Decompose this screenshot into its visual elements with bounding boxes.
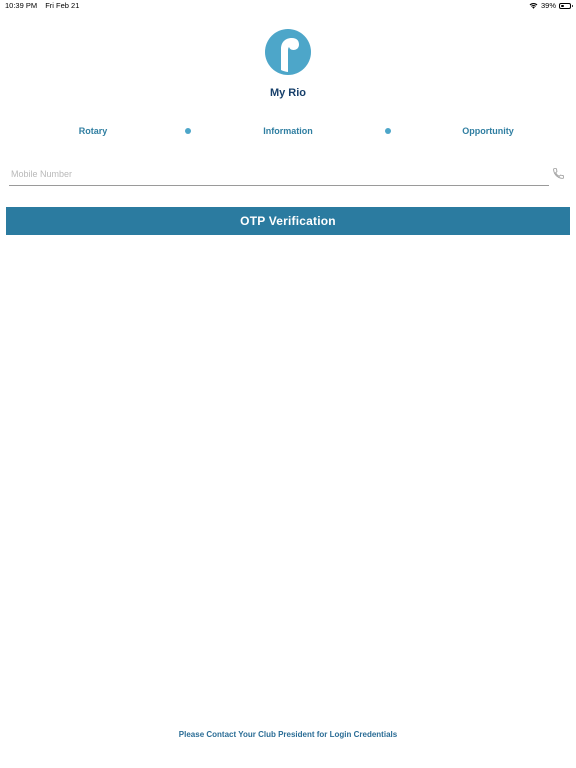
status-right: 39%: [529, 1, 573, 10]
rio-logo-icon: [265, 29, 311, 75]
battery-level-fill: [561, 4, 565, 7]
step-separator-dot: [185, 128, 191, 134]
login-screen: 10:39 PM Fri Feb 21 39% My Rio Rotary In…: [0, 0, 576, 768]
mobile-number-input[interactable]: [9, 164, 549, 184]
battery-icon: [559, 2, 573, 9]
step-opportunity: Opportunity: [462, 126, 514, 136]
step-information: Information: [263, 126, 313, 136]
status-date: Fri Feb 21: [45, 1, 80, 10]
phone-icon[interactable]: [552, 167, 565, 180]
login-credentials-note: Please Contact Your Club President for L…: [178, 730, 398, 739]
status-time: 10:39 PM: [5, 1, 38, 10]
step-separator-dot: [385, 128, 391, 134]
otp-verification-button[interactable]: OTP Verification: [6, 207, 570, 235]
status-left: 10:39 PM Fri Feb 21: [5, 1, 85, 10]
app-title: My Rio: [269, 87, 307, 99]
battery-percent: 39%: [540, 1, 556, 10]
status-bar: 10:39 PM Fri Feb 21 39%: [0, 0, 576, 12]
wifi-icon: [529, 2, 538, 9]
step-rotary: Rotary: [78, 126, 108, 136]
mobile-number-field: [9, 164, 549, 186]
